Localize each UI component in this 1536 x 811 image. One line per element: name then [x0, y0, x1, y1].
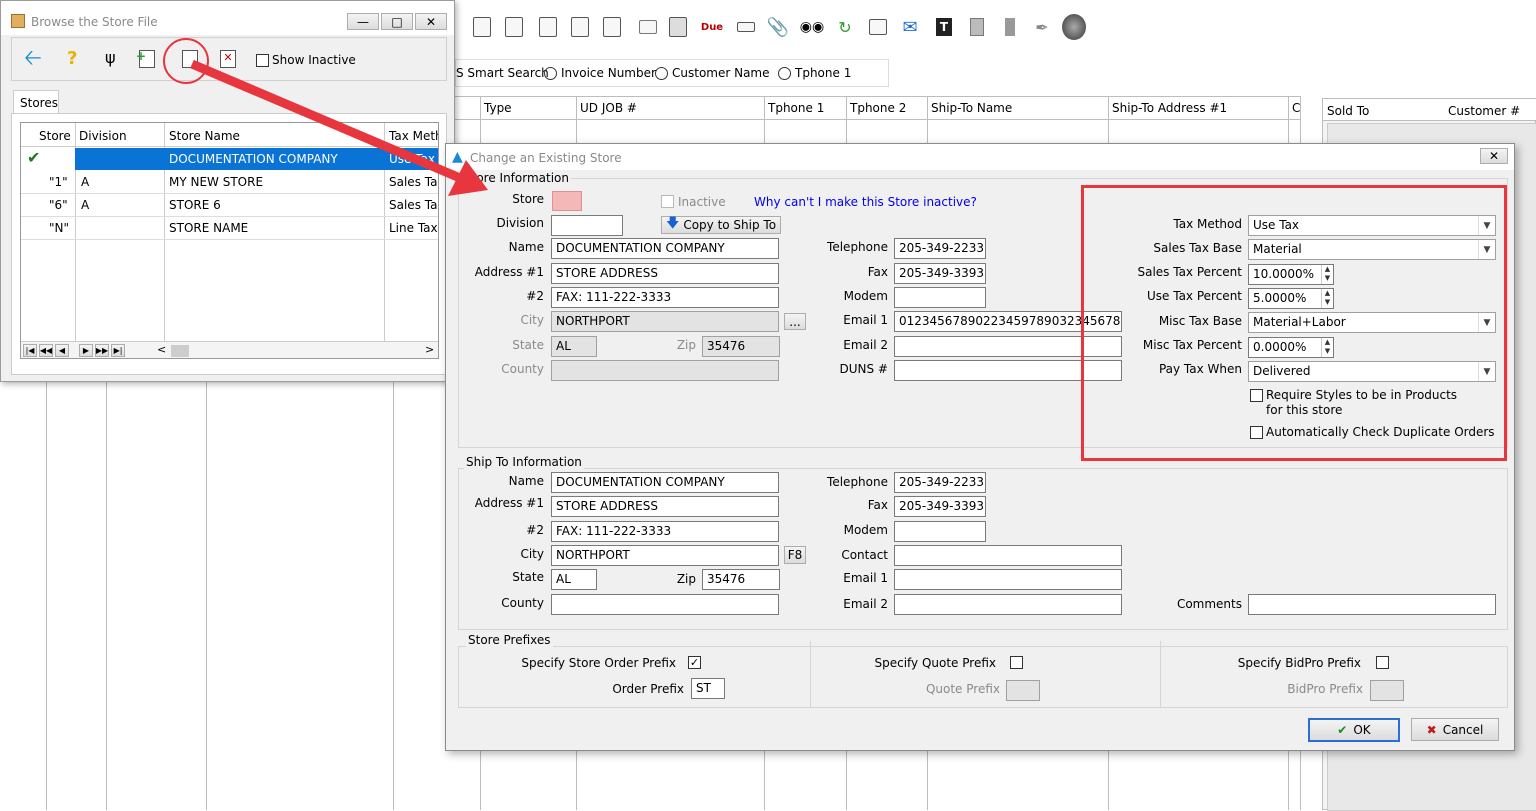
annotation-arrow [190, 59, 488, 196]
